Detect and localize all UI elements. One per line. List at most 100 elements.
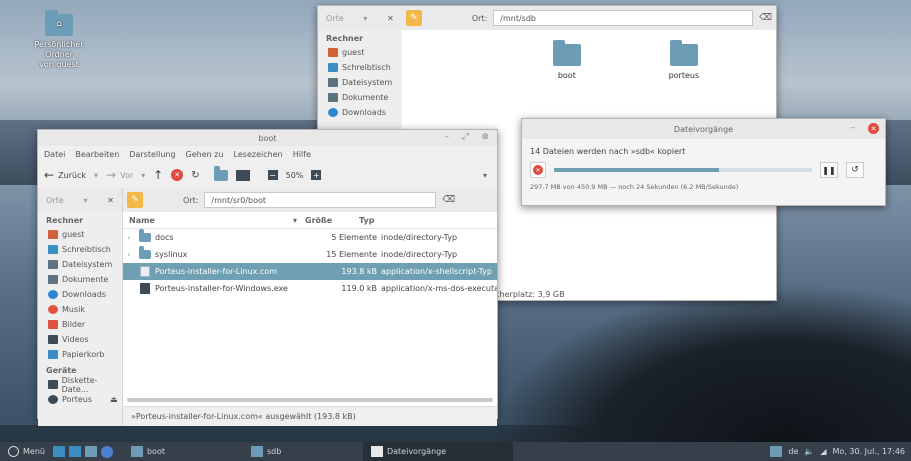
show-desktop-icon[interactable]: [52, 446, 65, 457]
forward-history-icon[interactable]: ▾: [141, 171, 145, 180]
taskbar-item-dateivorgaenge[interactable]: Dateivorgänge: [362, 442, 513, 461]
back-history-icon[interactable]: ▾: [94, 171, 98, 180]
documents-icon: [48, 275, 58, 284]
zoom-in-icon[interactable]: +: [311, 170, 322, 180]
desktop-home-folder[interactable]: ⌂ Persönlicher Ordner von guest: [20, 8, 98, 70]
network-icon[interactable]: ◢: [820, 447, 826, 456]
folder-icon: [250, 446, 263, 457]
sidebar-item-filesystem[interactable]: Dateisystem: [318, 75, 402, 90]
menu-icon: [8, 446, 19, 457]
file-manager-icon[interactable]: [84, 446, 97, 457]
downloads-icon: [48, 290, 58, 299]
sidebar-item-downloads[interactable]: Downloads: [318, 105, 402, 120]
column-size[interactable]: Größe: [305, 216, 351, 225]
dropdown-icon[interactable]: ▾: [363, 14, 367, 23]
sidebar-item-porteus[interactable]: Porteus ⏏: [38, 392, 122, 407]
eject-icon[interactable]: ⏏: [110, 395, 118, 404]
table-row-selected[interactable]: Porteus-installer-for-Linux.com 193.8 kB…: [123, 263, 497, 280]
sidebar-item-guest[interactable]: guest: [318, 45, 402, 60]
menu-hilfe[interactable]: Hilfe: [293, 150, 311, 159]
sidebar-item-documents[interactable]: Dokumente: [318, 90, 402, 105]
menu-lesezeichen[interactable]: Lesezeichen: [234, 150, 283, 159]
taskbar-item-sdb[interactable]: sdb: [243, 442, 363, 461]
table-row[interactable]: Porteus-installer-for-Windows.exe 119.0 …: [123, 280, 497, 297]
menu-darstellung[interactable]: Darstellung: [129, 150, 175, 159]
view-options-icon[interactable]: ▾: [483, 171, 487, 180]
sdb-section-rechner: Rechner: [326, 34, 364, 43]
table-row[interactable]: › syslinux 15 Elemente inode/directory-T…: [123, 246, 497, 263]
column-name[interactable]: Name: [123, 216, 293, 225]
notification-icon[interactable]: [770, 446, 783, 457]
computer-icon[interactable]: [235, 169, 250, 181]
sidebar-item-guest[interactable]: guest: [38, 227, 122, 242]
terminal-icon[interactable]: [68, 446, 81, 457]
sidebar-item-label: Dokumente: [62, 275, 109, 284]
edit-location-icon[interactable]: ✎: [405, 10, 422, 26]
minimize-icon[interactable]: –: [851, 123, 856, 133]
sidebar-item-desktop[interactable]: Schreibtisch: [38, 242, 122, 257]
dropdown-icon[interactable]: ▾: [83, 196, 87, 205]
desktop-icon: [48, 245, 58, 254]
browser-icon[interactable]: [100, 445, 113, 458]
back-button[interactable]: ← Zurück: [44, 168, 86, 182]
row-size: 5 Elemente: [331, 233, 377, 242]
taskbar-item-boot[interactable]: boot: [123, 442, 243, 461]
list-header: Name ▾ Größe Typ: [123, 212, 497, 229]
folder-label: porteus: [668, 71, 700, 80]
sort-icon[interactable]: ▾: [293, 216, 305, 225]
folder-item-porteus[interactable]: porteus: [664, 40, 704, 80]
sidebar-item-label: guest: [342, 48, 365, 57]
cancel-copy-icon[interactable]: ✕: [530, 162, 546, 178]
row-size: 193.8 kB: [341, 267, 377, 276]
sidebar-item-music[interactable]: Musik: [38, 302, 122, 317]
column-type[interactable]: Typ: [351, 216, 374, 225]
sidebar-item-downloads[interactable]: Downloads: [38, 287, 122, 302]
folder-item-boot[interactable]: boot: [552, 40, 582, 80]
sidebar-item-pictures[interactable]: Bilder: [38, 317, 122, 332]
clear-location-icon[interactable]: ⌫: [759, 13, 772, 23]
table-row[interactable]: › docs 5 Elemente inode/directory-Typ: [123, 229, 497, 246]
forward-button[interactable]: → Vor: [106, 168, 133, 182]
horizontal-scrollbar[interactable]: [127, 398, 493, 402]
row-name: docs: [155, 233, 174, 242]
pause-button[interactable]: ❚❚: [820, 162, 838, 178]
expander-icon[interactable]: ›: [123, 250, 135, 259]
zoom-out-icon[interactable]: −: [267, 170, 278, 180]
edit-location-icon[interactable]: ✎: [127, 192, 143, 208]
reload-icon[interactable]: ↻: [191, 170, 199, 181]
sdb-location-input[interactable]: /mnt/sdb: [493, 10, 754, 26]
sidebar-item-label: Videos: [62, 335, 89, 344]
close-sidebar-icon[interactable]: ✕: [387, 14, 394, 23]
home-folder-icon[interactable]: [213, 165, 228, 181]
boot-location-bar: ✎ Ort: /mnt/sr0/boot ⌫: [123, 188, 497, 212]
close-sidebar-icon[interactable]: ✕: [107, 196, 114, 205]
volume-icon[interactable]: 🔈: [804, 447, 814, 456]
expander-icon[interactable]: ›: [123, 233, 135, 242]
start-menu-button[interactable]: Menü: [0, 442, 53, 461]
maximize-icon[interactable]: ⤢: [462, 132, 469, 142]
close-dialog-icon[interactable]: ✕: [868, 123, 879, 134]
forward-arrow-icon: →: [106, 168, 117, 182]
boot-location-input[interactable]: /mnt/sr0/boot: [204, 192, 437, 208]
sidebar-item-documents[interactable]: Dokumente: [38, 272, 122, 287]
row-name: Porteus-installer-for-Windows.exe: [155, 284, 288, 293]
menu-bearbeiten[interactable]: Bearbeiten: [75, 150, 119, 159]
sidebar-item-trash[interactable]: Papierkorb: [38, 347, 122, 362]
menu-datei[interactable]: Datei: [44, 150, 65, 159]
minimize-icon[interactable]: –: [445, 132, 450, 142]
home-icon: [328, 48, 338, 57]
menu-gehen-zu[interactable]: Gehen zu: [186, 150, 224, 159]
keyboard-layout[interactable]: de: [788, 447, 798, 456]
clear-location-icon[interactable]: ⌫: [442, 195, 455, 205]
sidebar-item-desktop[interactable]: Schreibtisch: [318, 60, 402, 75]
up-arrow-icon[interactable]: ↑: [153, 168, 163, 182]
sidebar-item-floppy[interactable]: Diskette-Date...: [38, 376, 122, 394]
stop-icon[interactable]: ✕: [171, 169, 184, 181]
sidebar-item-label: Porteus: [62, 395, 93, 404]
clock[interactable]: Mo, 30. Jul., 17:46: [833, 447, 905, 456]
undo-button[interactable]: ↺: [846, 162, 864, 178]
boot-toolbar: ← Zurück ▾ → Vor ▾ ↑ ✕ ↻ − 50% + ▾: [38, 162, 497, 188]
sidebar-item-videos[interactable]: Videos: [38, 332, 122, 347]
close-window-icon[interactable]: ⊗: [481, 132, 489, 142]
sidebar-item-filesystem[interactable]: Dateisystem: [38, 257, 122, 272]
